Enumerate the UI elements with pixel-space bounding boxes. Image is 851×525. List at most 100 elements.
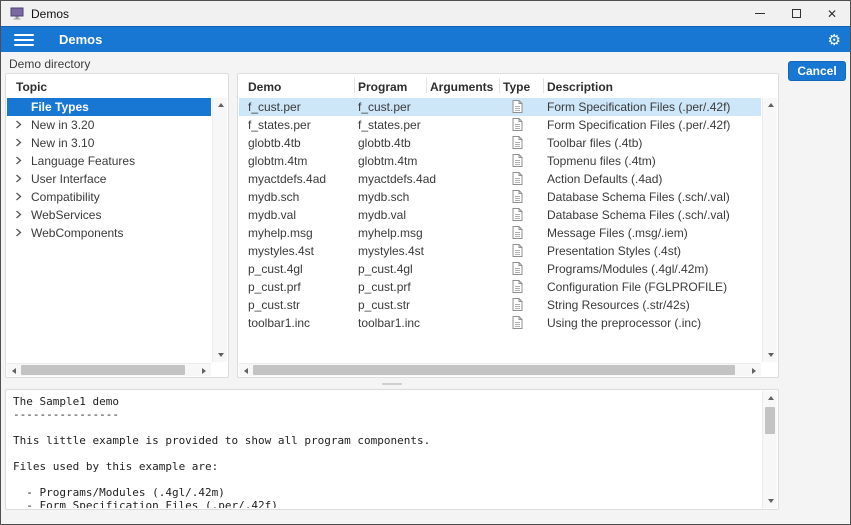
tree-item-label: New in 3.10	[31, 136, 95, 150]
demo-description-text[interactable]: The Sample1 demo ---------------- This l…	[7, 390, 761, 508]
monitor-icon	[10, 7, 24, 20]
cell-description: Using the preprocessor (.inc)	[547, 316, 702, 330]
cell-description: Form Specification Files (.per/.42f)	[547, 100, 731, 114]
tree-item[interactable]: Compatibility	[7, 188, 211, 206]
column-separator	[499, 78, 500, 93]
document-icon	[512, 316, 523, 329]
table-row[interactable]: p_cust.4gl p_cust.4gl Programs/Modules (…	[239, 260, 761, 278]
table-row[interactable]: globtb.4tb globtb.4tb Toolbar files (.4t…	[239, 134, 761, 152]
cell-program: myactdefs.4ad	[358, 172, 437, 186]
tree-item-label: WebServices	[31, 208, 102, 222]
document-icon	[512, 118, 523, 131]
column-header-type[interactable]: Type	[503, 80, 530, 94]
table-row[interactable]: p_cust.prf p_cust.prf Configuration File…	[239, 278, 761, 296]
hamburger-menu-icon[interactable]	[14, 33, 34, 46]
table-row[interactable]: mydb.sch mydb.sch Database Schema Files …	[239, 188, 761, 206]
cell-program: p_cust.str	[358, 298, 411, 312]
table-row[interactable]: mydb.val mydb.val Database Schema Files …	[239, 206, 761, 224]
document-icon	[512, 136, 523, 149]
gear-icon[interactable]: ⚙	[828, 31, 841, 49]
scroll-up-arrow[interactable]	[763, 98, 778, 112]
tree-item[interactable]: Language Features	[7, 152, 211, 170]
close-icon: ✕	[826, 6, 838, 21]
scroll-down-arrow[interactable]	[763, 494, 778, 508]
cell-description: Programs/Modules (.4gl/.42m)	[547, 262, 709, 276]
table-header: Demo Program Arguments Type Description	[239, 74, 761, 98]
column-separator	[426, 78, 427, 93]
cell-description: Presentation Styles (.4st)	[547, 244, 682, 258]
cell-program: p_cust.4gl	[358, 262, 413, 276]
cell-demo: toolbar1.inc	[248, 316, 311, 330]
table-row[interactable]: mystyles.4st mystyles.4st Presentation S…	[239, 242, 761, 260]
cell-demo: f_cust.per	[248, 100, 301, 114]
info-vertical-scrollbar[interactable]	[762, 391, 777, 508]
chevron-right-icon	[15, 192, 22, 201]
table-vertical-scrollbar[interactable]	[762, 98, 777, 362]
scroll-left-arrow[interactable]	[239, 364, 253, 377]
tree-vertical-scrollbar[interactable]	[212, 98, 227, 362]
topic-header-label: Topic	[16, 80, 48, 94]
document-icon	[512, 262, 523, 275]
table-horizontal-scrollbar[interactable]	[239, 363, 761, 376]
table-row[interactable]: toolbar1.inc toolbar1.inc Using the prep…	[239, 314, 761, 332]
window-title: Demos	[31, 6, 70, 21]
tree-item[interactable]: File Types	[7, 98, 211, 116]
table-row[interactable]: p_cust.str p_cust.str String Resources (…	[239, 296, 761, 314]
cell-description: Database Schema Files (.sch/.val)	[547, 190, 730, 204]
app-toolbar: Demos ⚙	[1, 26, 850, 52]
scroll-right-arrow[interactable]	[747, 364, 761, 377]
panel-splitter[interactable]	[5, 380, 779, 388]
cell-demo: myhelp.msg	[248, 226, 313, 240]
scrollbar-thumb[interactable]	[765, 407, 775, 434]
tree-item[interactable]: New in 3.20	[7, 116, 211, 134]
tree-horizontal-scrollbar[interactable]	[7, 363, 211, 376]
cell-description: Database Schema Files (.sch/.val)	[547, 208, 730, 222]
tree-item[interactable]: WebServices	[7, 206, 211, 224]
app-window: Demos ✕ Demos ⚙ Demo directory Cancel To…	[0, 0, 851, 525]
cell-program: f_cust.per	[358, 100, 411, 114]
document-icon	[512, 280, 523, 293]
scroll-down-arrow[interactable]	[763, 348, 778, 362]
cell-demo: mydb.sch	[248, 190, 300, 204]
table-row[interactable]: myactdefs.4ad myactdefs.4ad Action Defau…	[239, 170, 761, 188]
table-row[interactable]: globtm.4tm globtm.4tm Topmenu files (.4t…	[239, 152, 761, 170]
chevron-right-icon	[15, 210, 22, 219]
minimize-button[interactable]	[742, 1, 778, 26]
close-button[interactable]: ✕	[814, 1, 850, 26]
tree-item-label: File Types	[31, 100, 89, 114]
tree-item[interactable]: User Interface	[7, 170, 211, 188]
tree-item[interactable]: WebComponents	[7, 224, 211, 242]
tree-item[interactable]: New in 3.10	[7, 134, 211, 152]
scrollbar-thumb[interactable]	[253, 365, 735, 375]
column-header-description[interactable]: Description	[547, 80, 613, 94]
scroll-down-arrow[interactable]	[213, 348, 228, 362]
cancel-button[interactable]: Cancel	[788, 61, 846, 81]
cell-demo: globtm.4tm	[248, 154, 308, 168]
topic-panel: Topic File Types New in 3.20 New in 3.10…	[5, 73, 229, 378]
document-icon	[512, 100, 523, 113]
maximize-button[interactable]	[778, 1, 814, 26]
cell-program: f_states.per	[358, 118, 421, 132]
table-row[interactable]: myhelp.msg myhelp.msg Message Files (.ms…	[239, 224, 761, 242]
tree-item-label: New in 3.20	[31, 118, 95, 132]
column-header-arguments[interactable]: Arguments	[430, 80, 493, 94]
column-header-program[interactable]: Program	[358, 80, 407, 94]
cell-program: globtb.4tb	[358, 136, 411, 150]
splitter-grip-icon	[382, 383, 402, 385]
document-icon	[512, 172, 523, 185]
app-title: Demos	[59, 32, 103, 47]
topic-header: Topic	[6, 74, 228, 98]
scroll-left-arrow[interactable]	[7, 364, 21, 377]
column-header-demo[interactable]: Demo	[248, 80, 281, 94]
table-row[interactable]: f_states.per f_states.per Form Specifica…	[239, 116, 761, 134]
scroll-up-arrow[interactable]	[213, 98, 228, 112]
cell-demo: p_cust.prf	[248, 280, 301, 294]
table-row[interactable]: f_cust.per f_cust.per Form Specification…	[239, 98, 761, 116]
scrollbar-thumb[interactable]	[21, 365, 185, 375]
demo-info-panel: The Sample1 demo ---------------- This l…	[5, 389, 779, 510]
scroll-right-arrow[interactable]	[197, 364, 211, 377]
cell-demo: p_cust.str	[248, 298, 301, 312]
tree-item-label: Compatibility	[31, 190, 100, 204]
scroll-up-arrow[interactable]	[763, 391, 778, 405]
cell-demo: f_states.per	[248, 118, 311, 132]
